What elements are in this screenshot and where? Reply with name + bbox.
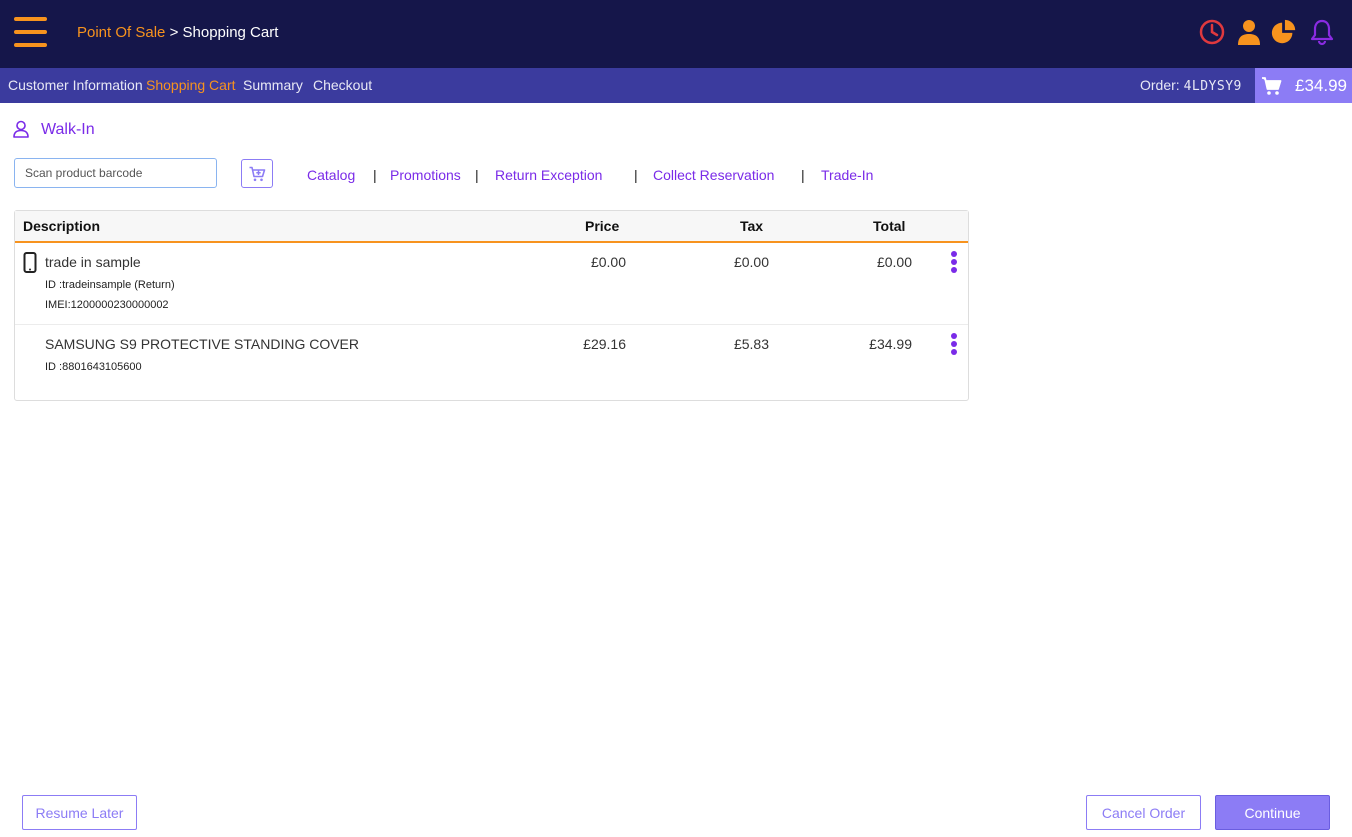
person-outline-icon bbox=[13, 120, 29, 138]
continue-button[interactable]: Continue bbox=[1215, 795, 1330, 830]
item-total: £34.99 bbox=[869, 336, 912, 352]
order-label: Order: bbox=[1140, 77, 1180, 93]
tab-shopping-cart[interactable]: Shopping Cart bbox=[146, 77, 236, 93]
link-separator: | bbox=[801, 167, 805, 183]
item-tax: £5.83 bbox=[733, 336, 769, 352]
link-separator: | bbox=[634, 167, 638, 183]
clock-icon[interactable] bbox=[1198, 18, 1226, 46]
item-tax: £0.00 bbox=[733, 254, 769, 270]
cart-total-button[interactable]: £34.99 bbox=[1255, 68, 1352, 103]
return-exception-link[interactable]: Return Exception bbox=[495, 167, 602, 183]
column-description: Description bbox=[23, 218, 101, 234]
bell-icon[interactable] bbox=[1308, 18, 1336, 46]
item-price: £0.00 bbox=[590, 254, 626, 270]
column-price: Price bbox=[585, 218, 620, 234]
catalog-link[interactable]: Catalog bbox=[307, 167, 355, 183]
collect-reservation-link[interactable]: Collect Reservation bbox=[653, 167, 774, 183]
customer-name: Walk-In bbox=[41, 121, 95, 138]
item-description: SAMSUNG S9 PROTECTIVE STANDING COVER bbox=[45, 336, 360, 352]
row-options-icon[interactable] bbox=[950, 251, 958, 275]
tab-checkout[interactable]: Checkout bbox=[313, 77, 372, 93]
row-options-icon[interactable] bbox=[950, 333, 958, 357]
trade-in-link[interactable]: Trade-In bbox=[821, 167, 873, 183]
item-id: ID :tradeinsample (Return) bbox=[45, 279, 175, 291]
order-code: 4LDYSY9 bbox=[1183, 79, 1242, 94]
breadcrumb-point-of-sale[interactable]: Point Of Sale bbox=[77, 24, 165, 41]
table-header: Description Price Tax Total bbox=[15, 211, 968, 243]
user-icon[interactable] bbox=[1235, 18, 1263, 46]
cart-table: Description Price Tax Total trade in sam… bbox=[14, 210, 969, 401]
link-separator: | bbox=[475, 167, 479, 183]
pie-chart-icon[interactable] bbox=[1270, 18, 1298, 46]
resume-later-button[interactable]: Resume Later bbox=[22, 795, 137, 830]
scan-barcode-input[interactable] bbox=[14, 158, 217, 188]
cart-plus-icon bbox=[249, 166, 266, 182]
item-imei: IMEI:1200000230000002 bbox=[45, 299, 169, 311]
item-id: ID :8801643105600 bbox=[45, 361, 142, 373]
column-tax: Tax bbox=[740, 218, 764, 234]
step-navigation: Customer Information Shopping Cart Summa… bbox=[0, 68, 1352, 103]
column-total: Total bbox=[873, 218, 906, 234]
item-description: trade in sample bbox=[45, 254, 141, 270]
item-total: £0.00 bbox=[876, 254, 912, 270]
link-separator: | bbox=[373, 167, 377, 183]
item-price: £29.16 bbox=[583, 336, 626, 352]
table-row: SAMSUNG S9 PROTECTIVE STANDING COVER ID … bbox=[15, 325, 968, 401]
hamburger-menu-icon[interactable] bbox=[14, 17, 47, 47]
top-bar: Point Of Sale > Shopping Cart bbox=[0, 0, 1352, 68]
tab-summary[interactable]: Summary bbox=[243, 77, 303, 93]
breadcrumb-separator: > bbox=[169, 24, 179, 41]
cancel-order-button[interactable]: Cancel Order bbox=[1086, 795, 1201, 830]
breadcrumb-shopping-cart: Shopping Cart bbox=[182, 24, 279, 41]
tab-customer-information[interactable]: Customer Information bbox=[8, 77, 143, 93]
order-number: Order: 4LDYSY9 bbox=[1140, 77, 1242, 94]
cart-icon bbox=[1262, 77, 1282, 95]
promotions-link[interactable]: Promotions bbox=[390, 167, 461, 183]
cart-total-amount: £34.99 bbox=[1295, 76, 1347, 95]
mobile-phone-icon bbox=[23, 252, 37, 273]
breadcrumb: Point Of Sale > Shopping Cart bbox=[77, 24, 278, 41]
add-to-cart-button[interactable] bbox=[241, 159, 273, 188]
table-row: trade in sample ID :tradeinsample (Retur… bbox=[15, 243, 968, 325]
